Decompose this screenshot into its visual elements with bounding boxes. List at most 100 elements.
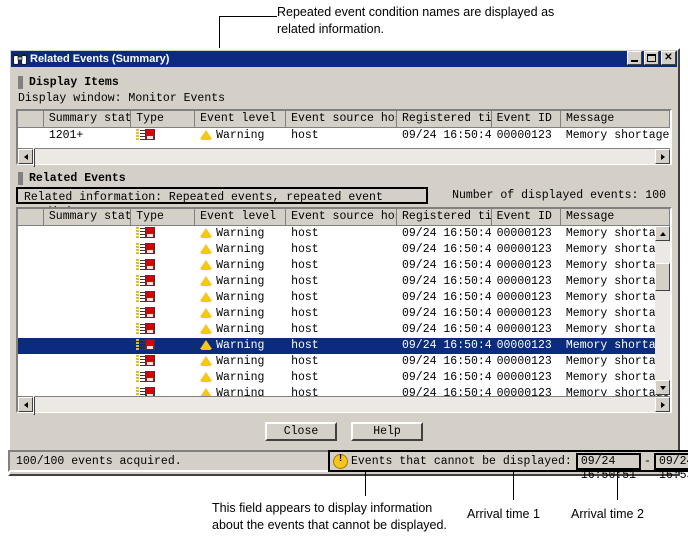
cell-message: Memory shortage — [561, 226, 670, 242]
table-row[interactable]: Warninghost09/24 16:50:4600000123Memory … — [18, 290, 670, 306]
cell-event-level: Warning — [195, 306, 286, 322]
list-and-red-record-icon — [136, 339, 156, 351]
warning-exclamation-icon — [333, 454, 348, 469]
col-header-event-id[interactable]: Event ID — [492, 111, 561, 127]
warning-triangle-icon — [200, 291, 212, 302]
displayed-events-count: Number of displayed events: 100 — [452, 189, 672, 202]
cell-event-level-text: Warning — [216, 355, 264, 368]
related-list-vscrollbar[interactable] — [655, 226, 670, 395]
cell-message: Memory shortage — [561, 306, 670, 322]
cell-event-level: Warning — [195, 386, 286, 396]
cell-event-id: 00000123 — [492, 128, 561, 144]
cell-event-source-host: host — [286, 322, 397, 338]
scroll-right-button[interactable] — [655, 149, 670, 164]
list-and-red-record-icon — [136, 243, 156, 255]
rel-col-header-registered-time[interactable]: Registered time — [397, 209, 492, 225]
warning-triangle-icon — [200, 227, 212, 238]
table-row[interactable]: Warninghost09/24 16:50:4600000123Memory … — [18, 306, 670, 322]
table-row[interactable]: Warninghost09/24 16:50:4600000123Memory … — [18, 338, 670, 354]
cannot-display-label: Events that cannot be displayed: — [351, 455, 572, 468]
scroll-down-button[interactable] — [655, 380, 670, 395]
window-body: Display Items Display window: Monitor Ev… — [10, 68, 678, 472]
table-row[interactable]: Warninghost09/24 16:50:4600000123Memory … — [18, 322, 670, 338]
rel-col-header-message[interactable]: Message — [561, 209, 670, 225]
col-header-summary-status[interactable]: Summary status — [44, 111, 131, 127]
col-header-type[interactable]: Type — [131, 111, 195, 127]
col-header-message[interactable]: Message — [561, 111, 670, 127]
cell-event-level: Warning — [195, 338, 286, 354]
dialog-button-row: Close Help — [16, 422, 672, 441]
summary-list-rows: 1201+ Warning host — [18, 128, 670, 148]
hscroll-track[interactable] — [33, 149, 655, 164]
section-marker-bar-2 — [18, 172, 23, 185]
cell-event-id: 00000123 — [492, 338, 561, 354]
vscroll-thumb[interactable] — [655, 263, 670, 291]
cell-event-source-host: host — [286, 226, 397, 242]
cell-registered-time: 09/24 16:50:46 — [397, 258, 492, 274]
summary-list-hscrollbar[interactable] — [18, 148, 670, 164]
window-titlebar[interactable]: Related Events (Summary) ✕ — [11, 51, 677, 67]
table-row[interactable]: Warninghost09/24 16:50:4600000123Memory … — [18, 354, 670, 370]
cell-event-level: Warning — [195, 370, 286, 386]
status-bar: 100/100 events acquired. Events that can… — [8, 450, 680, 472]
related-events-heading-label: Related Events — [29, 172, 126, 185]
table-row[interactable]: Warninghost09/24 16:50:4600000123Memory … — [18, 258, 670, 274]
display-items-heading-label: Display Items — [29, 76, 119, 89]
rel-hscroll-track[interactable] — [33, 397, 655, 412]
scroll-up-button[interactable] — [655, 226, 670, 241]
cell-event-id: 00000123 — [492, 354, 561, 370]
rel-col-header-event-level[interactable]: Event level — [195, 209, 286, 225]
display-items-heading: Display Items — [18, 76, 672, 89]
scroll-left-button[interactable] — [18, 149, 33, 164]
help-button[interactable]: Help — [351, 422, 423, 441]
cell-event-id: 00000123 — [492, 226, 561, 242]
related-information-field: Related information: Repeated events, re… — [16, 187, 428, 204]
vscroll-track[interactable] — [655, 241, 670, 380]
col-header-event-level[interactable]: Event level — [195, 111, 286, 127]
table-row[interactable]: Warninghost09/24 16:50:4600000123Memory … — [18, 226, 670, 242]
cell-event-level-text: Warning — [216, 307, 264, 320]
rel-col-header-summary-status[interactable]: Summary status — [44, 209, 131, 225]
warning-triangle-icon — [200, 387, 212, 396]
window-controls: ✕ — [627, 51, 676, 65]
related-list-header: Summary status Type Event level Event so… — [18, 209, 670, 226]
cell-event-level: Warning — [195, 258, 286, 274]
cell-event-id: 00000123 — [492, 386, 561, 396]
rel-scroll-right-button[interactable] — [655, 397, 670, 412]
minimize-button[interactable] — [627, 51, 642, 65]
cell-message: Memory shortage oc — [561, 128, 670, 144]
table-row[interactable]: 1201+ Warning host — [18, 128, 670, 144]
cell-event-level: Warning — [195, 274, 286, 290]
maximize-button[interactable] — [644, 51, 659, 65]
leader-line-top-horizontal — [219, 16, 277, 17]
table-row[interactable]: Warninghost09/24 16:50:4700000123Memory … — [18, 386, 670, 396]
rel-col-header-event-id[interactable]: Event ID — [492, 209, 561, 225]
cell-registered-time: 09/24 16:50:46 — [397, 354, 492, 370]
list-and-red-record-icon — [136, 227, 156, 239]
cell-event-source-host: host — [286, 370, 397, 386]
rel-col-header-event-source-host[interactable]: Event source host — [286, 209, 397, 225]
cell-type — [131, 128, 195, 144]
table-row[interactable]: Warninghost09/24 16:50:4600000123Memory … — [18, 274, 670, 290]
related-events-list: Summary status Type Event level Event so… — [16, 207, 672, 413]
col-header-marker[interactable] — [18, 111, 44, 127]
col-header-event-source-host[interactable]: Event source host — [286, 111, 397, 127]
rel-col-header-marker[interactable] — [18, 209, 44, 225]
rel-scroll-left-button[interactable] — [18, 397, 33, 412]
cell-registered-time: 09/24 16:50:46 — [397, 290, 492, 306]
cell-event-level-text: Warning — [216, 243, 264, 256]
warning-triangle-icon — [200, 371, 212, 382]
close-icon-button[interactable]: ✕ — [661, 51, 676, 65]
annotation-arrival-time-2: Arrival time 2 — [571, 506, 644, 523]
cell-type — [131, 322, 195, 338]
col-header-registered-time[interactable]: Registered time — [397, 111, 492, 127]
related-list-hscrollbar[interactable] — [18, 396, 670, 412]
summary-list-header: Summary status Type Event level Event so… — [18, 111, 670, 128]
table-row[interactable]: Warninghost09/24 16:50:4600000123Memory … — [18, 242, 670, 258]
table-row[interactable]: Warninghost09/24 16:50:4600000123Memory … — [18, 370, 670, 386]
rel-col-header-type[interactable]: Type — [131, 209, 195, 225]
cell-event-level-text: Warning — [216, 259, 264, 272]
close-button[interactable]: Close — [265, 422, 337, 441]
screenshot-root: Repeated event condition names are displ… — [0, 0, 688, 541]
cell-event-level-text: Warning — [216, 275, 264, 288]
